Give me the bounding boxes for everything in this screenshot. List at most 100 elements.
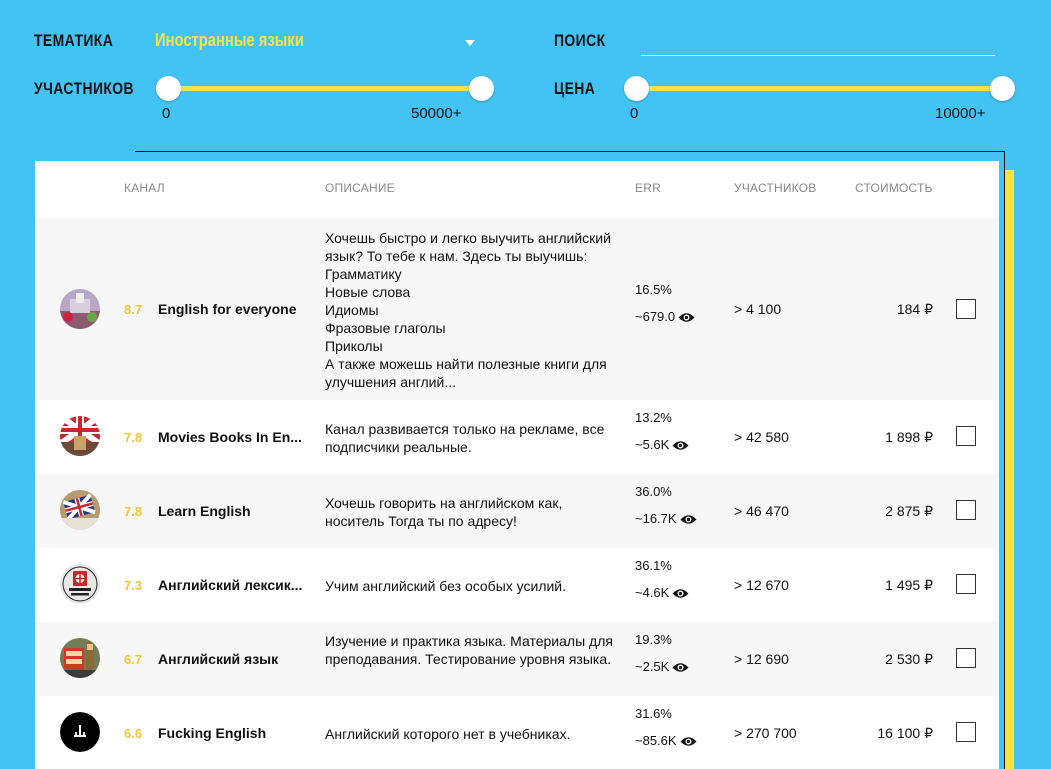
members-max-value: 50000+: [411, 105, 462, 122]
members-slider-max-handle[interactable]: [469, 76, 494, 101]
search-underline: [641, 55, 995, 56]
views-value: ~679.0: [635, 309, 676, 324]
channel-members: > 46 470: [734, 503, 789, 519]
eye-icon: [672, 587, 689, 598]
price-slider[interactable]: [624, 76, 1015, 101]
topic-select-value: Иностранные языки: [155, 30, 304, 50]
price-slider-max-handle[interactable]: [990, 76, 1015, 101]
channel-price: 1 898 ₽: [885, 429, 933, 445]
eye-icon: [680, 513, 697, 524]
channel-name[interactable]: Английский язык: [158, 651, 308, 667]
views-value: ~4.6K: [635, 585, 670, 600]
select-checkbox[interactable]: [956, 648, 976, 668]
channel-rating: 6.7: [124, 652, 143, 667]
topic-label: ТЕМАТИКА: [34, 31, 114, 50]
channel-name[interactable]: Fucking English: [158, 725, 308, 741]
channel-err: 36.1%: [635, 558, 672, 573]
channel-err: 36.0%: [635, 484, 672, 499]
eye-icon: [678, 311, 695, 322]
lexicon-logo-avatar-icon: [60, 564, 100, 604]
channel-price: 2 875 ₽: [885, 503, 933, 519]
header-price[interactable]: СТОИМОСТЬ: [855, 181, 933, 195]
uk-flag-avatar-icon: [60, 416, 100, 456]
members-slider-track: [156, 86, 494, 91]
price-max-value: 10000+: [935, 105, 986, 122]
channel-description: Хочешь быстро и легко выучить английский…: [325, 230, 611, 390]
price-slider-track: [624, 86, 1015, 91]
channel-name[interactable]: Movies Books In En...: [158, 429, 308, 445]
table-row[interactable]: 6.7 Английский язык Изучение и практика …: [35, 622, 999, 696]
views-value: ~85.6K: [635, 733, 677, 748]
price-slider-min-handle[interactable]: [624, 76, 649, 101]
members-slider-min-handle[interactable]: [156, 76, 181, 101]
channel-err: 31.6%: [635, 706, 672, 721]
channel-err: 19.3%: [635, 632, 672, 647]
eye-icon: [680, 735, 697, 746]
search-label: ПОИСК: [554, 31, 606, 50]
channel-members: > 42 580: [734, 429, 789, 445]
eye-icon: [672, 439, 689, 450]
channel-members: > 12 670: [734, 577, 789, 593]
select-checkbox[interactable]: [956, 722, 976, 742]
views-value: ~5.6K: [635, 437, 670, 452]
channel-rating: 7.8: [124, 504, 143, 519]
channel-description: Хочешь говорить на английском как, носит…: [325, 495, 563, 529]
channel-description: Учим английский без особых усилий.: [325, 578, 567, 594]
channel-name[interactable]: Английский лексик...: [158, 577, 308, 593]
channel-name[interactable]: English for everyone: [158, 301, 308, 317]
select-checkbox[interactable]: [956, 299, 976, 319]
channel-members: > 4 100: [734, 301, 782, 317]
table-row[interactable]: 8.7 English for everyone Хочешь быстро и…: [35, 218, 999, 400]
table-row[interactable]: 6.6 Fucking English Английский которого …: [35, 696, 999, 769]
channel-rating: 8.7: [124, 302, 143, 317]
price-min-value: 0: [630, 105, 639, 122]
channel-rating: 7.3: [124, 578, 143, 593]
eye-icon: [672, 661, 689, 672]
channel-price: 2 530 ₽: [885, 651, 933, 667]
header-members[interactable]: УЧАСТНИКОВ: [734, 181, 816, 195]
uk-flag-book-avatar-icon: [60, 490, 100, 530]
table-row[interactable]: 7.3 Английский лексик... Учим английский…: [35, 548, 999, 622]
views-value: ~2.5K: [635, 659, 670, 674]
channel-err: 13.2%: [635, 410, 672, 425]
channel-err: 16.5%: [635, 282, 672, 297]
channel-views: ~85.6K: [635, 733, 697, 748]
channel-price: 184 ₽: [896, 301, 933, 317]
channel-views: ~2.5K: [635, 659, 689, 674]
members-slider[interactable]: [156, 76, 494, 101]
header-description: ОПИСАНИЕ: [325, 181, 395, 195]
select-checkbox[interactable]: [956, 426, 976, 446]
channel-rating: 7.8: [124, 430, 143, 445]
black-logo-avatar-icon: [60, 712, 100, 752]
channel-members: > 270 700: [734, 725, 797, 741]
price-label: ЦЕНА: [554, 79, 596, 98]
header-err[interactable]: ERR: [635, 181, 661, 195]
channel-members: > 12 690: [734, 651, 789, 667]
channel-views: ~4.6K: [635, 585, 689, 600]
london-bus-avatar-icon: [60, 638, 100, 678]
city-avatar-icon: [60, 289, 100, 329]
views-value: ~16.7K: [635, 511, 677, 526]
channel-price: 16 100 ₽: [877, 725, 933, 741]
channels-table: КАНАЛ ОПИСАНИЕ ERR УЧАСТНИКОВ СТОИМОСТЬ …: [35, 161, 999, 769]
channel-rating: 6.6: [124, 726, 143, 741]
channel-views: ~679.0: [635, 309, 695, 324]
channel-price: 1 495 ₽: [885, 577, 933, 593]
members-min-value: 0: [162, 105, 171, 122]
channel-description: Изучение и практика языка. Материалы для…: [325, 633, 613, 667]
topic-select[interactable]: Иностранные языки: [155, 30, 475, 56]
members-label: УЧАСТНИКОВ: [34, 79, 135, 98]
table-row[interactable]: 7.8 Learn English Хочешь говорить на анг…: [35, 474, 999, 548]
channel-description: Канал развивается только на рекламе, все…: [325, 421, 605, 455]
channel-description: Английский которого нет в учебниках.: [325, 726, 571, 742]
select-checkbox[interactable]: [956, 500, 976, 520]
channel-views: ~5.6K: [635, 437, 689, 452]
channel-views: ~16.7K: [635, 511, 697, 526]
channel-name[interactable]: Learn English: [158, 503, 308, 519]
table-row[interactable]: 7.8 Movies Books In En... Канал развивае…: [35, 400, 999, 474]
search-input[interactable]: [641, 30, 995, 54]
select-checkbox[interactable]: [956, 574, 976, 594]
chevron-down-icon[interactable]: [465, 40, 475, 46]
header-channel[interactable]: КАНАЛ: [124, 181, 165, 195]
decorative-yellow-bar: [1005, 170, 1014, 769]
